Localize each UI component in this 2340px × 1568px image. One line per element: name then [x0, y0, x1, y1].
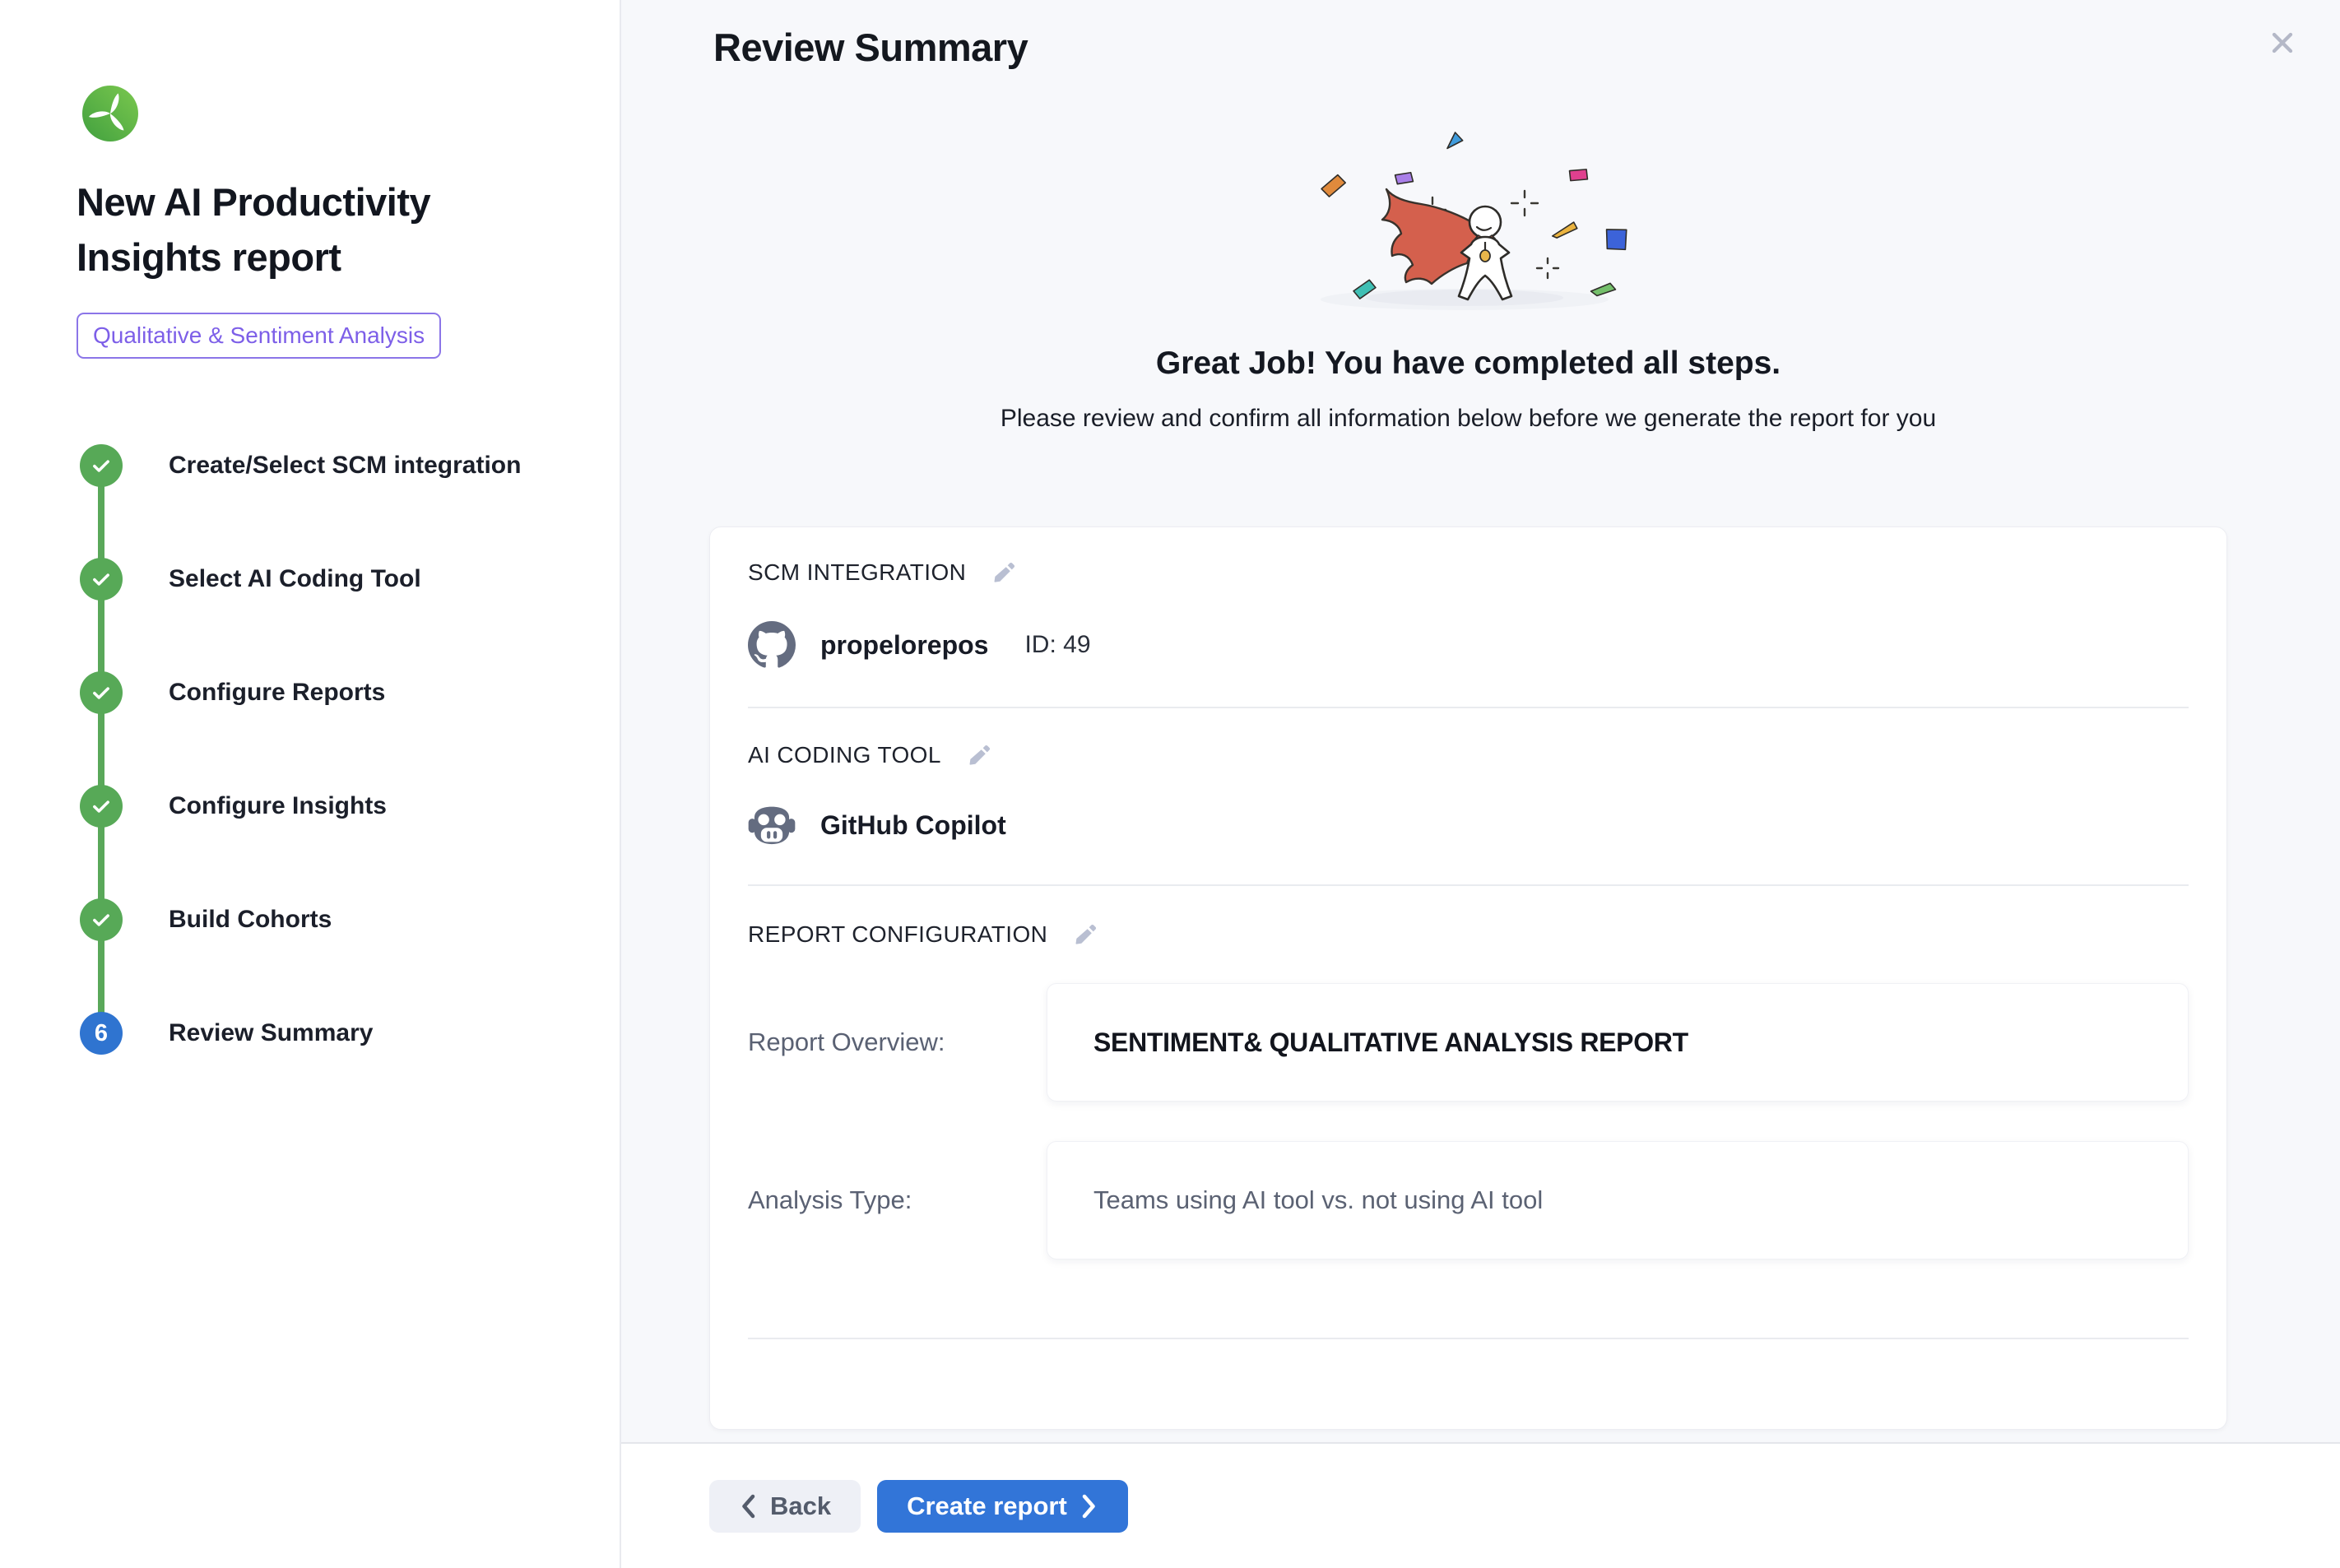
- step-label: Select AI Coding Tool: [169, 565, 421, 593]
- review-summary-panel: Review Summary: [621, 0, 2340, 1568]
- scm-section-label: SCM INTEGRATION: [748, 559, 966, 586]
- report-config-section-label: REPORT CONFIGURATION: [748, 921, 1047, 948]
- analysis-type-value-box: Teams using AI tool vs. not using AI too…: [1047, 1141, 2189, 1260]
- stepper-step-build-cohorts[interactable]: Build Cohorts: [80, 898, 573, 941]
- ai-tool-item: GitHub Copilot: [748, 805, 2189, 845]
- congrats-subtitle: Please review and confirm all informatio…: [709, 405, 2227, 433]
- report-config-section-header: REPORT CONFIGURATION: [748, 921, 2189, 949]
- wizard-footer: Back Create report: [621, 1442, 2340, 1568]
- step-done-check-icon: [80, 444, 123, 487]
- step-done-check-icon: [80, 898, 123, 941]
- section-divider: [748, 707, 2189, 708]
- ai-tool-section-label: AI CODING TOOL: [748, 742, 941, 768]
- ai-tool-section-header: AI CODING TOOL: [748, 741, 2189, 769]
- celebration-illustration: [1279, 122, 1650, 323]
- summary-card: SCM INTEGRATION propelorepos ID: 49 AI C…: [709, 527, 2227, 1430]
- step-label: Create/Select SCM integration: [169, 452, 521, 480]
- report-overview-row: Report Overview: SENTIMENT& QUALITATIVE …: [748, 983, 2189, 1102]
- section-divider: [748, 1338, 2189, 1339]
- ai-tool-name: GitHub Copilot: [820, 810, 1006, 841]
- edit-scm-icon[interactable]: [991, 559, 1019, 587]
- report-overview-label: Report Overview:: [748, 1028, 1047, 1057]
- step-done-check-icon: [80, 671, 123, 714]
- chevron-left-icon: [739, 1494, 757, 1519]
- scm-integration-item: propelorepos ID: 49: [748, 621, 2189, 669]
- stepper-step-ai-coding-tool[interactable]: Select AI Coding Tool: [80, 558, 573, 601]
- scm-integration-name: propelorepos: [820, 630, 988, 661]
- scm-section-header: SCM INTEGRATION: [748, 527, 2189, 587]
- analysis-type-value: Teams using AI tool vs. not using AI too…: [1093, 1185, 1543, 1215]
- stepper-step-review-summary[interactable]: 6 Review Summary: [80, 1012, 573, 1055]
- step-done-check-icon: [80, 558, 123, 601]
- wizard-stepper: Create/Select SCM integration Select AI …: [80, 444, 573, 1055]
- report-overview-value: SENTIMENT& QUALITATIVE ANALYSIS REPORT: [1093, 1028, 1688, 1058]
- step-done-check-icon: [80, 785, 123, 828]
- chevron-right-icon: [1080, 1494, 1098, 1519]
- github-icon: [748, 621, 796, 669]
- step-label: Review Summary: [169, 1019, 373, 1047]
- step-label: Configure Reports: [169, 679, 385, 707]
- stepper-step-configure-reports[interactable]: Configure Reports: [80, 671, 573, 714]
- create-report-button[interactable]: Create report: [877, 1480, 1128, 1533]
- report-type-badge: Qualitative & Sentiment Analysis: [77, 313, 441, 359]
- congrats-title: Great Job! You have completed all steps.: [709, 346, 2227, 382]
- stepper-connector-line: [98, 466, 104, 1036]
- propelo-logo-icon: [82, 86, 138, 141]
- create-report-button-label: Create report: [907, 1491, 1067, 1521]
- step-current-number: 6: [80, 1012, 123, 1055]
- analysis-type-row: Analysis Type: Teams using AI tool vs. n…: [748, 1141, 2189, 1260]
- section-divider: [748, 884, 2189, 886]
- close-icon[interactable]: [2264, 25, 2301, 61]
- report-overview-value-box: SENTIMENT& QUALITATIVE ANALYSIS REPORT: [1047, 983, 2189, 1102]
- scm-integration-id: ID: 49: [1024, 631, 1090, 659]
- panel-title: Review Summary: [713, 25, 1028, 70]
- back-button-label: Back: [770, 1491, 831, 1521]
- page-title: New AI Productivity Insights report: [77, 174, 537, 285]
- edit-ai-tool-icon[interactable]: [966, 741, 994, 769]
- wizard-sidebar: New AI Productivity Insights report Qual…: [0, 0, 621, 1568]
- step-label: Configure Insights: [169, 792, 387, 820]
- stepper-step-scm-integration[interactable]: Create/Select SCM integration: [80, 444, 573, 487]
- edit-report-config-icon[interactable]: [1072, 921, 1100, 949]
- step-label: Build Cohorts: [169, 906, 332, 934]
- github-copilot-icon: [748, 805, 796, 845]
- stepper-step-configure-insights[interactable]: Configure Insights: [80, 785, 573, 828]
- analysis-type-label: Analysis Type:: [748, 1185, 1047, 1215]
- back-button[interactable]: Back: [709, 1480, 861, 1533]
